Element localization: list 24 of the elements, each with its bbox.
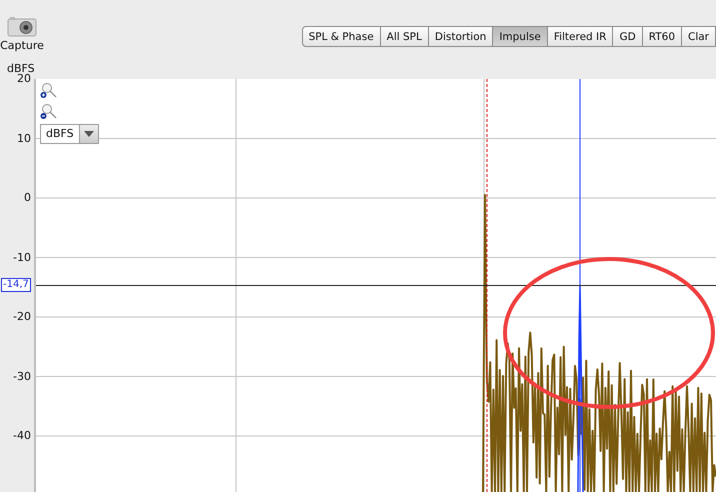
camera-icon[interactable]: [7, 17, 37, 37]
capture-label[interactable]: Capture: [0, 39, 44, 52]
view-tab[interactable]: All SPL: [380, 26, 429, 47]
unit-dropdown[interactable]: dBFS: [40, 124, 99, 144]
y-tick-label: 20: [17, 72, 31, 86]
cursor-readout: -14,7: [1, 278, 31, 292]
view-tab[interactable]: Clar: [682, 26, 716, 47]
caret-icon: [84, 131, 94, 137]
y-tick-label: -30: [13, 370, 31, 384]
y-tick-label: 10: [17, 132, 31, 146]
y-tick-label: -40: [13, 429, 31, 443]
view-tab[interactable]: SPL & Phase: [302, 26, 381, 47]
cursor-horizontal-line[interactable]: [36, 284, 716, 286]
zoom-out-icon[interactable]: [40, 103, 57, 120]
zoom-in-icon[interactable]: [40, 82, 57, 99]
view-tab[interactable]: RT60: [642, 26, 682, 47]
view-tab[interactable]: Impulse: [493, 26, 548, 47]
y-tick-label: -10: [13, 250, 31, 264]
y-tick-label: 0: [24, 191, 31, 205]
y-tick-label: -20: [13, 310, 31, 324]
y-axis-unit: dBFS: [7, 62, 35, 75]
view-tab[interactable]: GD: [613, 26, 643, 47]
view-tab[interactable]: Distortion: [428, 26, 494, 47]
view-tab[interactable]: Filtered IR: [548, 26, 614, 47]
